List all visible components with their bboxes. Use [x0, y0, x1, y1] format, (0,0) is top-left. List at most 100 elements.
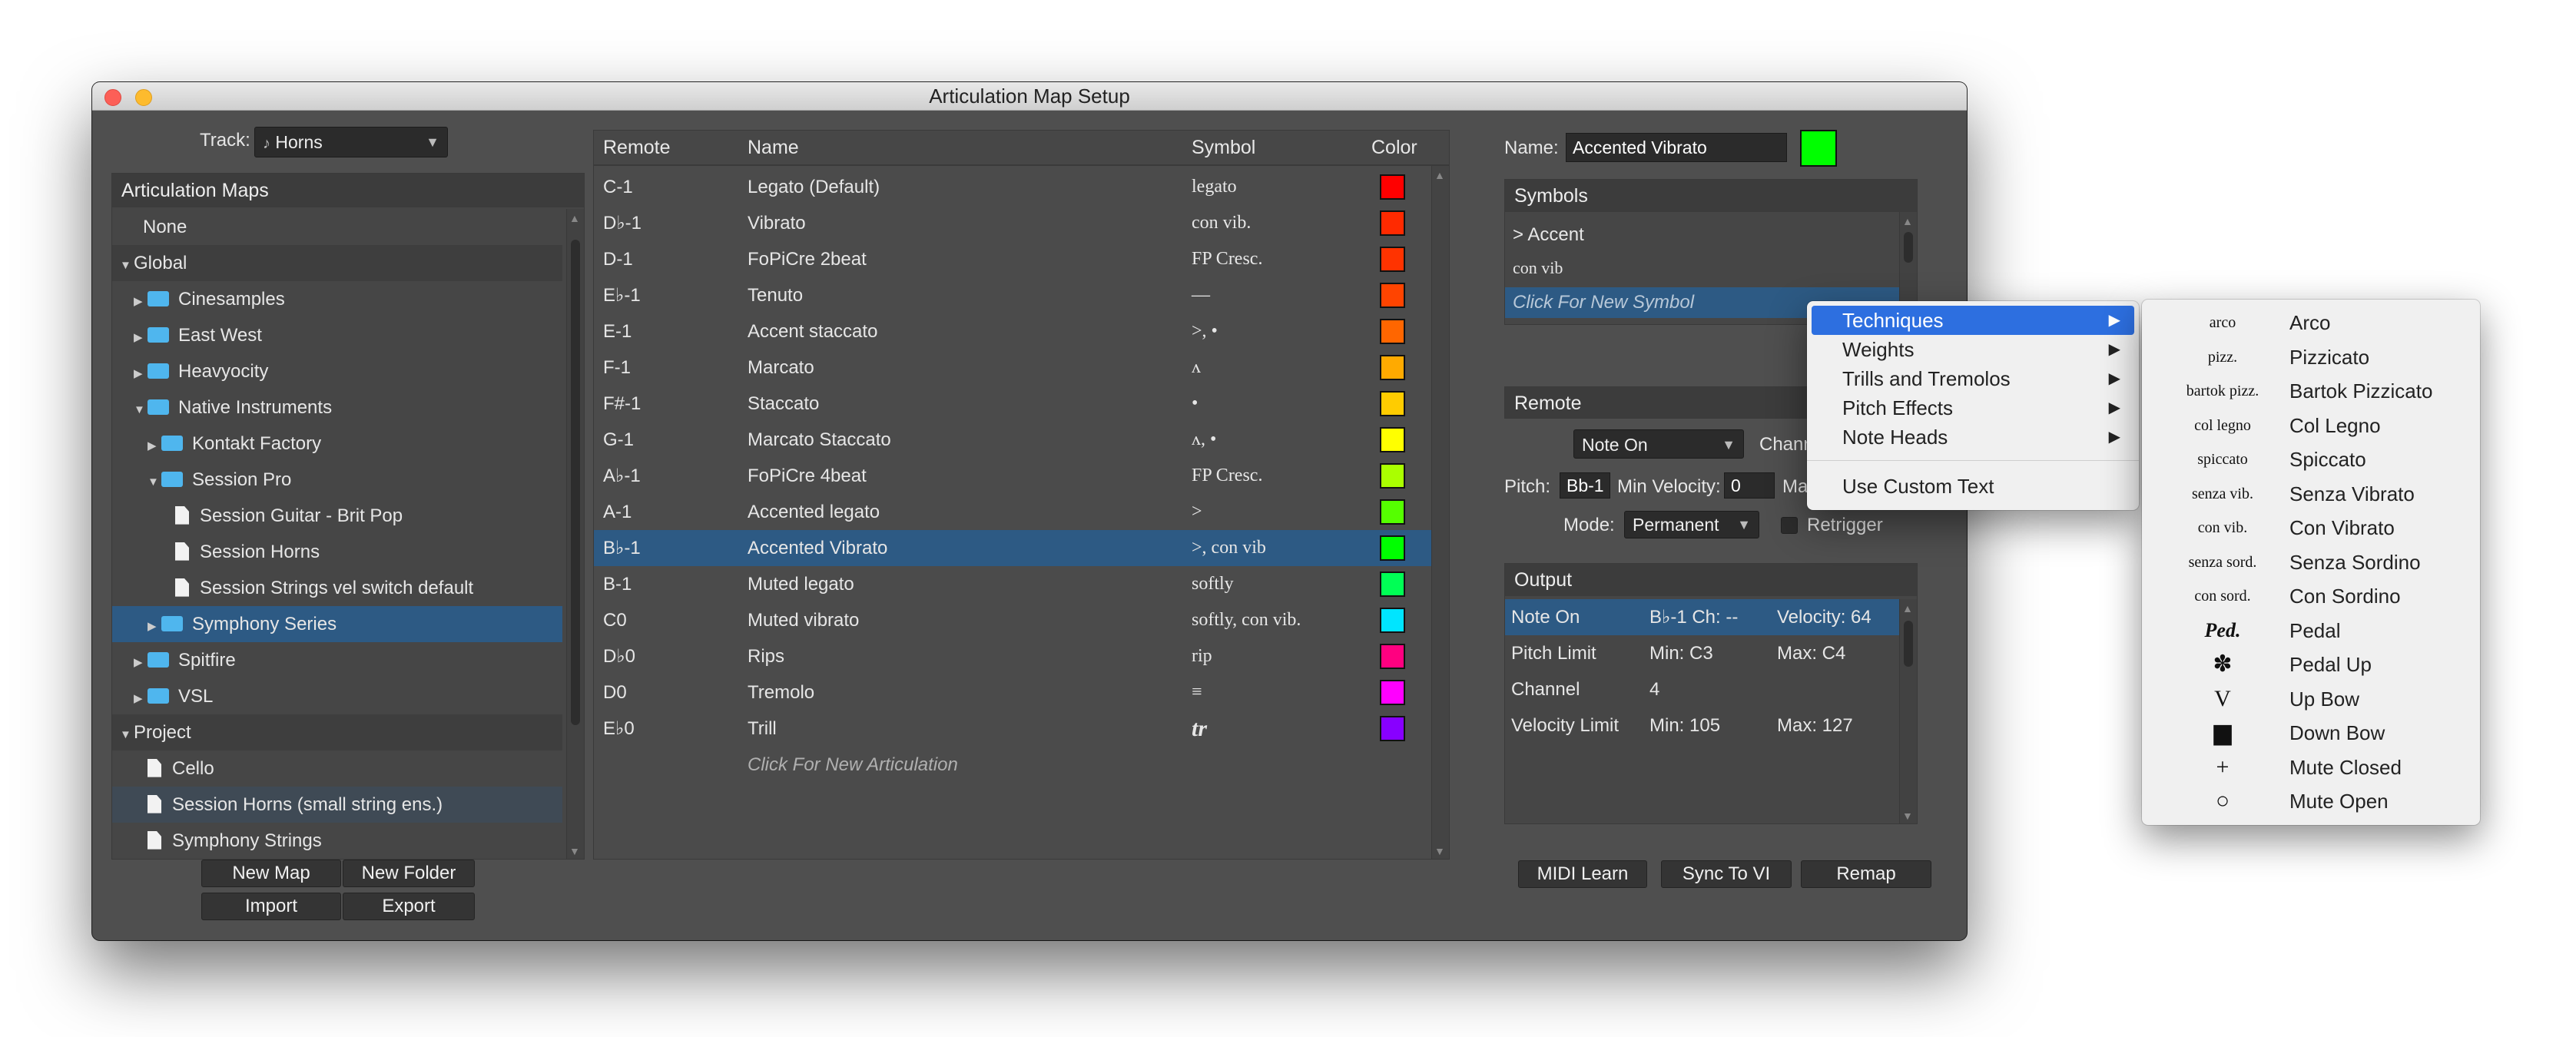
name-field[interactable]: [1566, 133, 1787, 162]
menu-item-custom-text[interactable]: Use Custom Text: [1812, 472, 2134, 501]
scroll-down-icon[interactable]: ▼: [569, 845, 580, 857]
close-button[interactable]: [104, 89, 121, 106]
articulation-row[interactable]: A♭-1 FoPiCre 4beat FP Cresc.: [594, 458, 1432, 494]
scroll-up-icon[interactable]: ▲: [1902, 602, 1913, 615]
color-swatch[interactable]: [1380, 680, 1405, 705]
color-swatch[interactable]: [1380, 319, 1405, 344]
color-swatch[interactable]: [1380, 355, 1405, 380]
tree-row[interactable]: ▼ Native Instruments: [112, 389, 562, 426]
track-dropdown[interactable]: ♪ Horns ▼: [254, 127, 448, 157]
tree-row[interactable]: ▶ Cinesamples: [112, 281, 562, 317]
scroll-up-icon[interactable]: ▲: [1434, 169, 1445, 181]
color-swatch[interactable]: [1380, 572, 1405, 597]
tree-row[interactable]: Session Strings vel switch default: [112, 570, 562, 606]
articulation-row[interactable]: D0 Tremolo ≡: [594, 674, 1432, 711]
menu-item-techniques[interactable]: Techniques ▶: [1812, 306, 2134, 335]
color-swatch[interactable]: [1380, 174, 1405, 200]
technique-item[interactable]: arco Arco: [2142, 306, 2480, 340]
color-swatch[interactable]: [1380, 608, 1405, 633]
color-swatch[interactable]: [1380, 499, 1405, 525]
tree-row[interactable]: Session Guitar - Brit Pop: [112, 498, 562, 534]
articulation-row[interactable]: F-1 Marcato ʌ: [594, 350, 1432, 386]
tree-row[interactable]: ▶ VSL: [112, 678, 562, 714]
tree-row[interactable]: ▶ East West: [112, 317, 562, 353]
disclosure-open-icon[interactable]: ▼: [134, 392, 148, 428]
articulation-row[interactable]: B♭-1 Accented Vibrato >, con vib: [594, 530, 1432, 566]
tree-row[interactable]: None: [112, 209, 562, 245]
technique-item[interactable]: con sord. Con Sordino: [2142, 579, 2480, 613]
disclosure-closed-icon[interactable]: ▶: [134, 681, 148, 717]
tree-row[interactable]: ▼ Session Pro: [112, 462, 562, 498]
articulation-row[interactable]: D♭0 Rips rip: [594, 638, 1432, 674]
technique-item[interactable]: ▆ Down Bow: [2142, 716, 2480, 750]
tree-row[interactable]: Symphony Strings: [112, 823, 562, 859]
tree-scroll-thumb[interactable]: [571, 240, 580, 725]
disclosure-open-icon[interactable]: ▼: [120, 717, 134, 753]
technique-item[interactable]: con vib. Con Vibrato: [2142, 511, 2480, 545]
remote-type-dropdown[interactable]: Note On ▼: [1573, 429, 1744, 459]
color-swatch[interactable]: [1380, 535, 1405, 561]
export-button[interactable]: Export: [343, 893, 475, 920]
tree-row[interactable]: ▼ Global: [112, 245, 562, 281]
disclosure-open-icon[interactable]: ▼: [148, 464, 161, 500]
color-swatch[interactable]: [1380, 463, 1405, 489]
technique-item[interactable]: col legno Col Legno: [2142, 409, 2480, 442]
scroll-up-icon[interactable]: ▲: [569, 212, 580, 224]
new-map-button[interactable]: New Map: [201, 860, 341, 887]
disclosure-closed-icon[interactable]: ▶: [134, 356, 148, 392]
midi-learn-button[interactable]: MIDI Learn: [1518, 860, 1647, 888]
menu-item-weights[interactable]: Weights ▶: [1812, 335, 2134, 364]
technique-item[interactable]: bartok pizz. Bartok Pizzicato: [2142, 374, 2480, 408]
disclosure-closed-icon[interactable]: ▶: [134, 320, 148, 356]
color-swatch[interactable]: [1380, 716, 1405, 741]
tree-row[interactable]: Cello: [112, 750, 562, 787]
tree-row[interactable]: ▶ Kontakt Factory: [112, 426, 562, 462]
tree-row[interactable]: ▶ Symphony Series: [112, 606, 562, 642]
mode-dropdown[interactable]: Permanent ▼: [1624, 511, 1759, 538]
technique-item[interactable]: V Up Bow: [2142, 682, 2480, 716]
min-velocity-field[interactable]: [1724, 472, 1775, 499]
table-scrollbar[interactable]: ▲ ▼: [1431, 166, 1449, 859]
articulation-row[interactable]: B-1 Muted legato softly: [594, 566, 1432, 602]
technique-item[interactable]: ○ Mute Open: [2142, 784, 2480, 818]
tree-row[interactable]: Session Horns (small string ens.): [112, 787, 562, 823]
color-swatch[interactable]: [1380, 427, 1405, 452]
minimize-button[interactable]: [135, 89, 152, 106]
scroll-down-icon[interactable]: ▼: [1434, 845, 1445, 857]
menu-item-note-heads[interactable]: Note Heads ▶: [1812, 422, 2134, 452]
import-button[interactable]: Import: [201, 893, 341, 920]
articulation-row[interactable]: C-1 Legato (Default) legato: [594, 169, 1432, 205]
retrigger-checkbox[interactable]: [1781, 517, 1798, 534]
output-row[interactable]: Note On B♭-1 Ch: -- Velocity: 64: [1505, 599, 1900, 635]
technique-item[interactable]: senza sord. Senza Sordino: [2142, 545, 2480, 579]
articulation-row[interactable]: D-1 FoPiCre 2beat FP Cresc.: [594, 241, 1432, 277]
articulation-row[interactable]: F#-1 Staccato •: [594, 386, 1432, 422]
articulation-row[interactable]: E♭-1 Tenuto —: [594, 277, 1432, 313]
color-swatch[interactable]: [1380, 644, 1405, 669]
technique-item[interactable]: spiccato Spiccato: [2142, 442, 2480, 476]
pitch-field[interactable]: [1560, 472, 1610, 499]
technique-item[interactable]: + Mute Closed: [2142, 750, 2480, 784]
sync-to-vi-button[interactable]: Sync To VI: [1661, 860, 1792, 888]
output-row[interactable]: Pitch Limit Min: C3 Max: C4: [1505, 635, 1900, 671]
col-remote[interactable]: Remote: [603, 137, 671, 159]
color-swatch[interactable]: [1380, 247, 1405, 272]
menu-item-trills[interactable]: Trills and Tremolos ▶: [1812, 364, 2134, 393]
articulation-row[interactable]: E♭0 Trill tr: [594, 711, 1432, 747]
disclosure-closed-icon[interactable]: ▶: [148, 608, 161, 644]
technique-item[interactable]: Ped. Pedal: [2142, 614, 2480, 648]
symbol-item-con-vib[interactable]: con vib: [1513, 253, 1563, 283]
color-swatch[interactable]: [1380, 391, 1405, 416]
new-folder-button[interactable]: New Folder: [343, 860, 475, 887]
color-swatch[interactable]: [1380, 210, 1405, 236]
col-color[interactable]: Color: [1371, 137, 1417, 159]
tree-row[interactable]: ▶ Heavyocity: [112, 353, 562, 389]
tree-row[interactable]: Session Horns: [112, 534, 562, 570]
scroll-up-icon[interactable]: ▲: [1902, 215, 1913, 227]
new-articulation-row[interactable]: Click For New Articulation: [594, 747, 1432, 783]
col-symbol[interactable]: Symbol: [1192, 137, 1255, 159]
articulation-row[interactable]: D♭-1 Vibrato con vib.: [594, 205, 1432, 241]
articulation-row[interactable]: A-1 Accented legato >: [594, 494, 1432, 530]
technique-item[interactable]: ✽ Pedal Up: [2142, 648, 2480, 681]
name-color-swatch[interactable]: [1800, 130, 1837, 167]
